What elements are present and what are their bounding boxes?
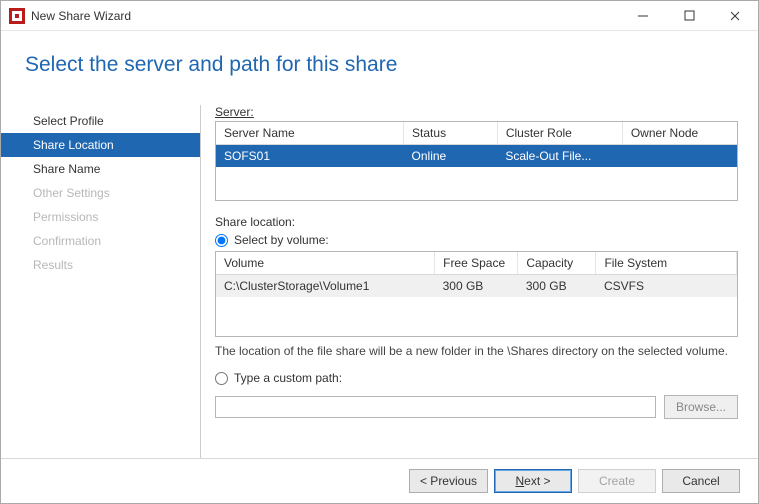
radio-select-by-volume-label: Select by volume: [234,233,329,247]
share-location-label: Share location: [215,215,738,229]
step-share-location[interactable]: Share Location [1,133,200,157]
vol-capacity-cell: 300 GB [518,275,596,298]
vol-volume-cell: C:\ClusterStorage\Volume1 [216,275,435,298]
volume-row[interactable]: C:\ClusterStorage\Volume1 300 GB 300 GB … [216,275,737,298]
wizard-steps: Select Profile Share Location Share Name… [1,105,201,458]
vol-fs-cell: CSVFS [596,275,737,298]
server-table[interactable]: Server Name Status Cluster Role Owner No… [215,121,738,201]
cancel-button[interactable]: Cancel [662,469,740,493]
vol-col-free[interactable]: Free Space [435,252,518,275]
vol-col-volume[interactable]: Volume [216,252,435,275]
minimize-button[interactable] [620,1,666,30]
vol-col-capacity[interactable]: Capacity [518,252,596,275]
app-icon [9,8,25,24]
server-col-name[interactable]: Server Name [216,122,404,145]
create-button: Create [578,469,656,493]
server-status-cell: Online [404,145,498,168]
server-col-status[interactable]: Status [404,122,498,145]
next-button[interactable]: Next > [494,469,572,493]
browse-button[interactable]: Browse... [664,395,738,419]
previous-button[interactable]: < Previous [409,469,488,493]
titlebar: New Share Wizard [1,1,758,31]
step-results: Results [1,253,200,277]
maximize-button[interactable] [666,1,712,30]
vol-free-cell: 300 GB [435,275,518,298]
server-col-owner[interactable]: Owner Node [622,122,737,145]
server-label: Server: [215,105,738,119]
server-owner-cell [622,145,737,168]
step-other-settings: Other Settings [1,181,200,205]
page-heading: Select the server and path for this shar… [1,31,758,95]
browse-label: Browse... [676,400,726,414]
step-confirmation: Confirmation [1,229,200,253]
radio-custom-path-label: Type a custom path: [234,371,342,385]
radio-custom-path[interactable] [215,372,228,385]
server-col-role[interactable]: Cluster Role [497,122,622,145]
server-row[interactable]: SOFS01 Online Scale-Out File... [216,145,737,168]
volume-table[interactable]: Volume Free Space Capacity File System C… [215,251,738,337]
close-button[interactable] [712,1,758,30]
custom-path-input[interactable] [215,396,656,418]
vol-col-fs[interactable]: File System [596,252,737,275]
server-name-cell: SOFS01 [216,145,404,168]
step-permissions: Permissions [1,205,200,229]
volume-hint: The location of the file share will be a… [215,343,738,359]
window-title: New Share Wizard [31,9,131,23]
wizard-footer: < Previous Next > Create Cancel [1,458,758,503]
step-share-name[interactable]: Share Name [1,157,200,181]
server-role-cell: Scale-Out File... [497,145,622,168]
window-controls [620,1,758,30]
step-select-profile[interactable]: Select Profile [1,109,200,133]
radio-select-by-volume[interactable] [215,234,228,247]
